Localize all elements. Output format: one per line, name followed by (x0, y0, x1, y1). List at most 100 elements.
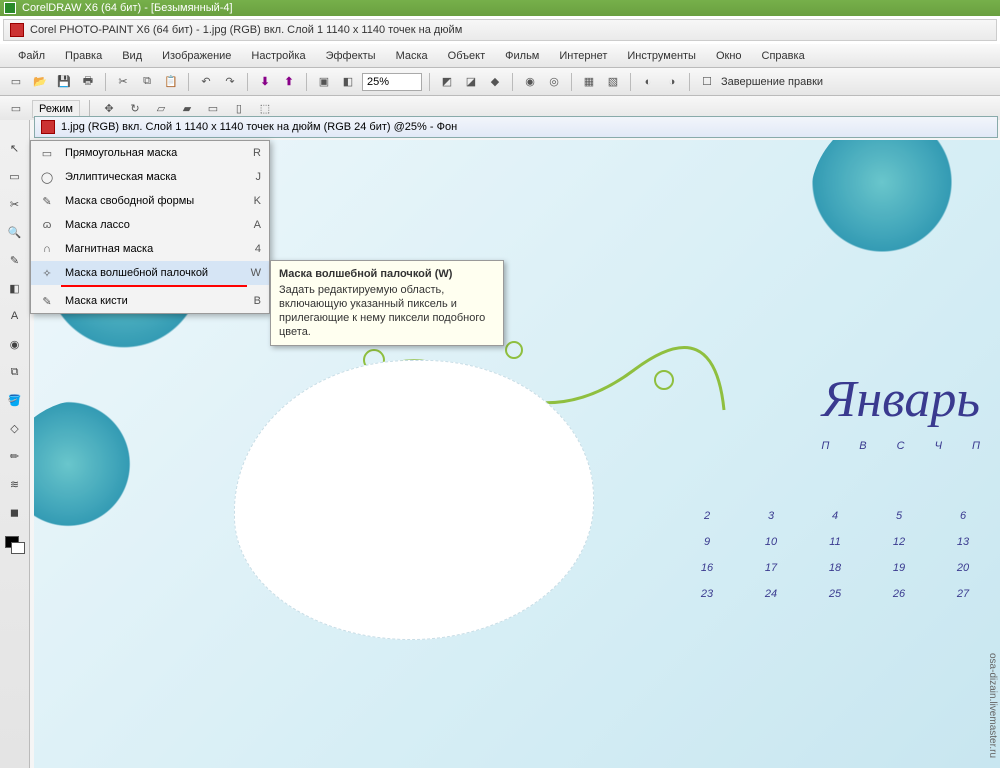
print-button[interactable]: 🖶 (78, 72, 98, 92)
flyout-item[interactable]: ▭Прямоугольная маскаR (31, 141, 269, 165)
shape-tool[interactable]: ◇ (5, 418, 25, 438)
mask-icon: ✎ (39, 293, 55, 309)
separator (247, 73, 248, 91)
tb-f[interactable]: ▦ (579, 72, 599, 92)
tb-c[interactable]: ◆ (485, 72, 505, 92)
separator (512, 73, 513, 91)
redeye-tool[interactable]: ◉ (5, 334, 25, 354)
brush-tool[interactable]: ✏ (5, 446, 25, 466)
import-button[interactable]: ⬇ (255, 72, 275, 92)
flyout-item[interactable]: ✎Маска свободной формыK (31, 189, 269, 213)
menu-web[interactable]: Интернет (549, 46, 617, 66)
zoom-input[interactable] (362, 73, 422, 91)
tb-b[interactable]: ◪ (461, 72, 481, 92)
menu-edit[interactable]: Правка (55, 46, 112, 66)
flyout-item[interactable]: ✎ Маска кисти B (31, 289, 269, 313)
menu-help[interactable]: Справка (752, 46, 815, 66)
tb-i[interactable]: ◑ (662, 72, 682, 92)
crop-tool[interactable]: ✂ (5, 194, 25, 214)
flyout-label: Прямоугольная маска (65, 147, 235, 159)
dow-cell: П (821, 440, 829, 452)
mask-icon: ✎ (39, 193, 55, 209)
outer-title-text: CorelDRAW X6 (64 бит) - [Безымянный-4] (22, 2, 233, 14)
tooltip-body: Задать редактируемую область, включающую… (279, 284, 485, 338)
document-icon (41, 120, 55, 134)
pb-a[interactable]: ▭ (6, 99, 26, 119)
menu-image[interactable]: Изображение (152, 46, 241, 66)
flyout-shortcut: 4 (245, 243, 261, 255)
effect-tool[interactable]: ≋ (5, 474, 25, 494)
clone-tool[interactable]: ⧉ (5, 362, 25, 382)
tooltip: Маска волшебной палочкой (W) Задать реда… (270, 260, 504, 346)
date-row: 1617181920 (690, 562, 980, 574)
cut-button[interactable]: ✂ (113, 72, 133, 92)
mask-rect-tool[interactable]: ▭ (5, 166, 25, 186)
separator (89, 100, 90, 118)
flyout-item[interactable]: ✧Маска волшебной палочкойW (31, 261, 269, 285)
main-toolbar: ▭ 📂 💾 🖶 ✂ ⧉ 📋 ↶ ↷ ⬇ ⬆ ▣ ◧ ◩ ◪ ◆ ◉ ◎ ▦ ▧ … (0, 68, 1000, 96)
coreldraw-icon (4, 2, 16, 14)
flyout-label: Маска свободной формы (65, 195, 235, 207)
menu-window[interactable]: Окно (706, 46, 752, 66)
fill-tool[interactable]: 🪣 (5, 390, 25, 410)
zoom-tool[interactable]: 🔍 (5, 222, 25, 242)
separator (571, 73, 572, 91)
finish-edit-checkbox[interactable]: ☐ (697, 72, 717, 92)
color-swatch[interactable] (5, 536, 25, 552)
calendar-dow-row: П В С Ч П (821, 440, 980, 452)
flyout-shortcut: A (245, 219, 261, 231)
separator (105, 73, 106, 91)
toolbox: ↖ ▭ ✂ 🔍 ✎ ◧ A ◉ ⧉ 🪣 ◇ ✏ ≋ ◼ (0, 120, 30, 768)
flyout-item[interactable]: ◯Эллиптическая маскаJ (31, 165, 269, 189)
document-tab[interactable]: 1.jpg (RGB) вкл. Слой 1 1140 x 1140 точе… (34, 116, 998, 138)
mask-icon: ɷ (39, 217, 55, 233)
separator (630, 73, 631, 91)
open-button[interactable]: 📂 (30, 72, 50, 92)
flyout-shortcut: J (245, 171, 261, 183)
dow-cell: Ч (935, 440, 942, 452)
new-button[interactable]: ▭ (6, 72, 26, 92)
date-row: 2324252627 (690, 588, 980, 600)
menu-movie[interactable]: Фильм (495, 46, 549, 66)
flyout-label: Эллиптическая маска (65, 171, 235, 183)
menu-effects[interactable]: Эффекты (316, 46, 386, 66)
flyout-label: Маска лассо (65, 219, 235, 231)
screen-button[interactable]: ▣ (314, 72, 334, 92)
dropshadow-tool[interactable]: ◼ (5, 502, 25, 522)
text-tool[interactable]: A (5, 306, 25, 326)
separator (306, 73, 307, 91)
tb-d[interactable]: ◉ (520, 72, 540, 92)
date-row: 23456 (690, 510, 980, 522)
mask-icon: ▭ (39, 145, 55, 161)
export-button[interactable]: ⬆ (279, 72, 299, 92)
decorative-flower (34, 400, 164, 560)
menu-object[interactable]: Объект (438, 46, 495, 66)
tb-e[interactable]: ◎ (544, 72, 564, 92)
separator (188, 73, 189, 91)
menu-tools[interactable]: Инструменты (617, 46, 706, 66)
menu-view[interactable]: Вид (112, 46, 152, 66)
save-button[interactable]: 💾 (54, 72, 74, 92)
mode-label[interactable]: Режим (32, 100, 80, 118)
finish-edit-label: Завершение правки (721, 76, 823, 88)
paste-button[interactable]: 📋 (161, 72, 181, 92)
menu-mask[interactable]: Маска (386, 46, 438, 66)
document-tab-label: 1.jpg (RGB) вкл. Слой 1 1140 x 1140 точе… (61, 121, 457, 133)
tb-g[interactable]: ▧ (603, 72, 623, 92)
undo-button[interactable]: ↶ (196, 72, 216, 92)
menu-adjust[interactable]: Настройка (241, 46, 315, 66)
flyout-label: Маска кисти (65, 295, 235, 307)
redo-button[interactable]: ↷ (220, 72, 240, 92)
flyout-item[interactable]: ∩Магнитная маска4 (31, 237, 269, 261)
flyout-item[interactable]: ɷ Маска лассо A (31, 213, 269, 237)
tb-a[interactable]: ◩ (437, 72, 457, 92)
tb-h[interactable]: ◐ (638, 72, 658, 92)
eraser-tool[interactable]: ◧ (5, 278, 25, 298)
eyedropper-tool[interactable]: ✎ (5, 250, 25, 270)
calendar-month: Январь (822, 370, 980, 429)
copy-button[interactable]: ⧉ (137, 72, 157, 92)
menu-file[interactable]: Файл (8, 46, 55, 66)
screen2-button[interactable]: ◧ (338, 72, 358, 92)
pick-tool[interactable]: ↖ (5, 138, 25, 158)
flyout-shortcut: B (245, 295, 261, 307)
